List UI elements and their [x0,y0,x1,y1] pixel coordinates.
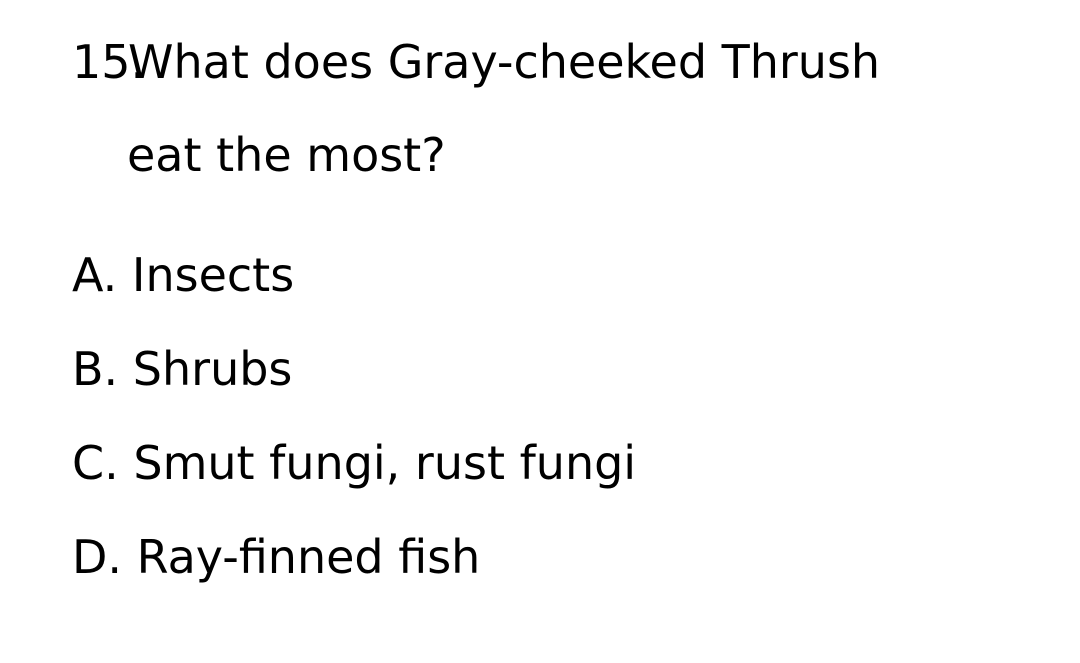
question-block: 15. What does Gray-cheeked Thrush eat th… [72,30,1032,182]
question-text-line-1: What does Gray-cheeked Thrush [128,35,881,89]
option-b[interactable]: B. Shrubs [72,337,636,431]
option-c[interactable]: C. Smut fungi, rust fungi [72,431,636,525]
option-d[interactable]: D. Ray-finned fish [72,525,636,619]
option-a[interactable]: A. Insects [72,243,636,337]
question-text-line-2: eat the most? [127,128,446,182]
question-line-1: 15. What does Gray-cheeked Thrush [72,30,1032,124]
answer-options: A. Insects B. Shrubs C. Smut fungi, rust… [72,243,636,619]
